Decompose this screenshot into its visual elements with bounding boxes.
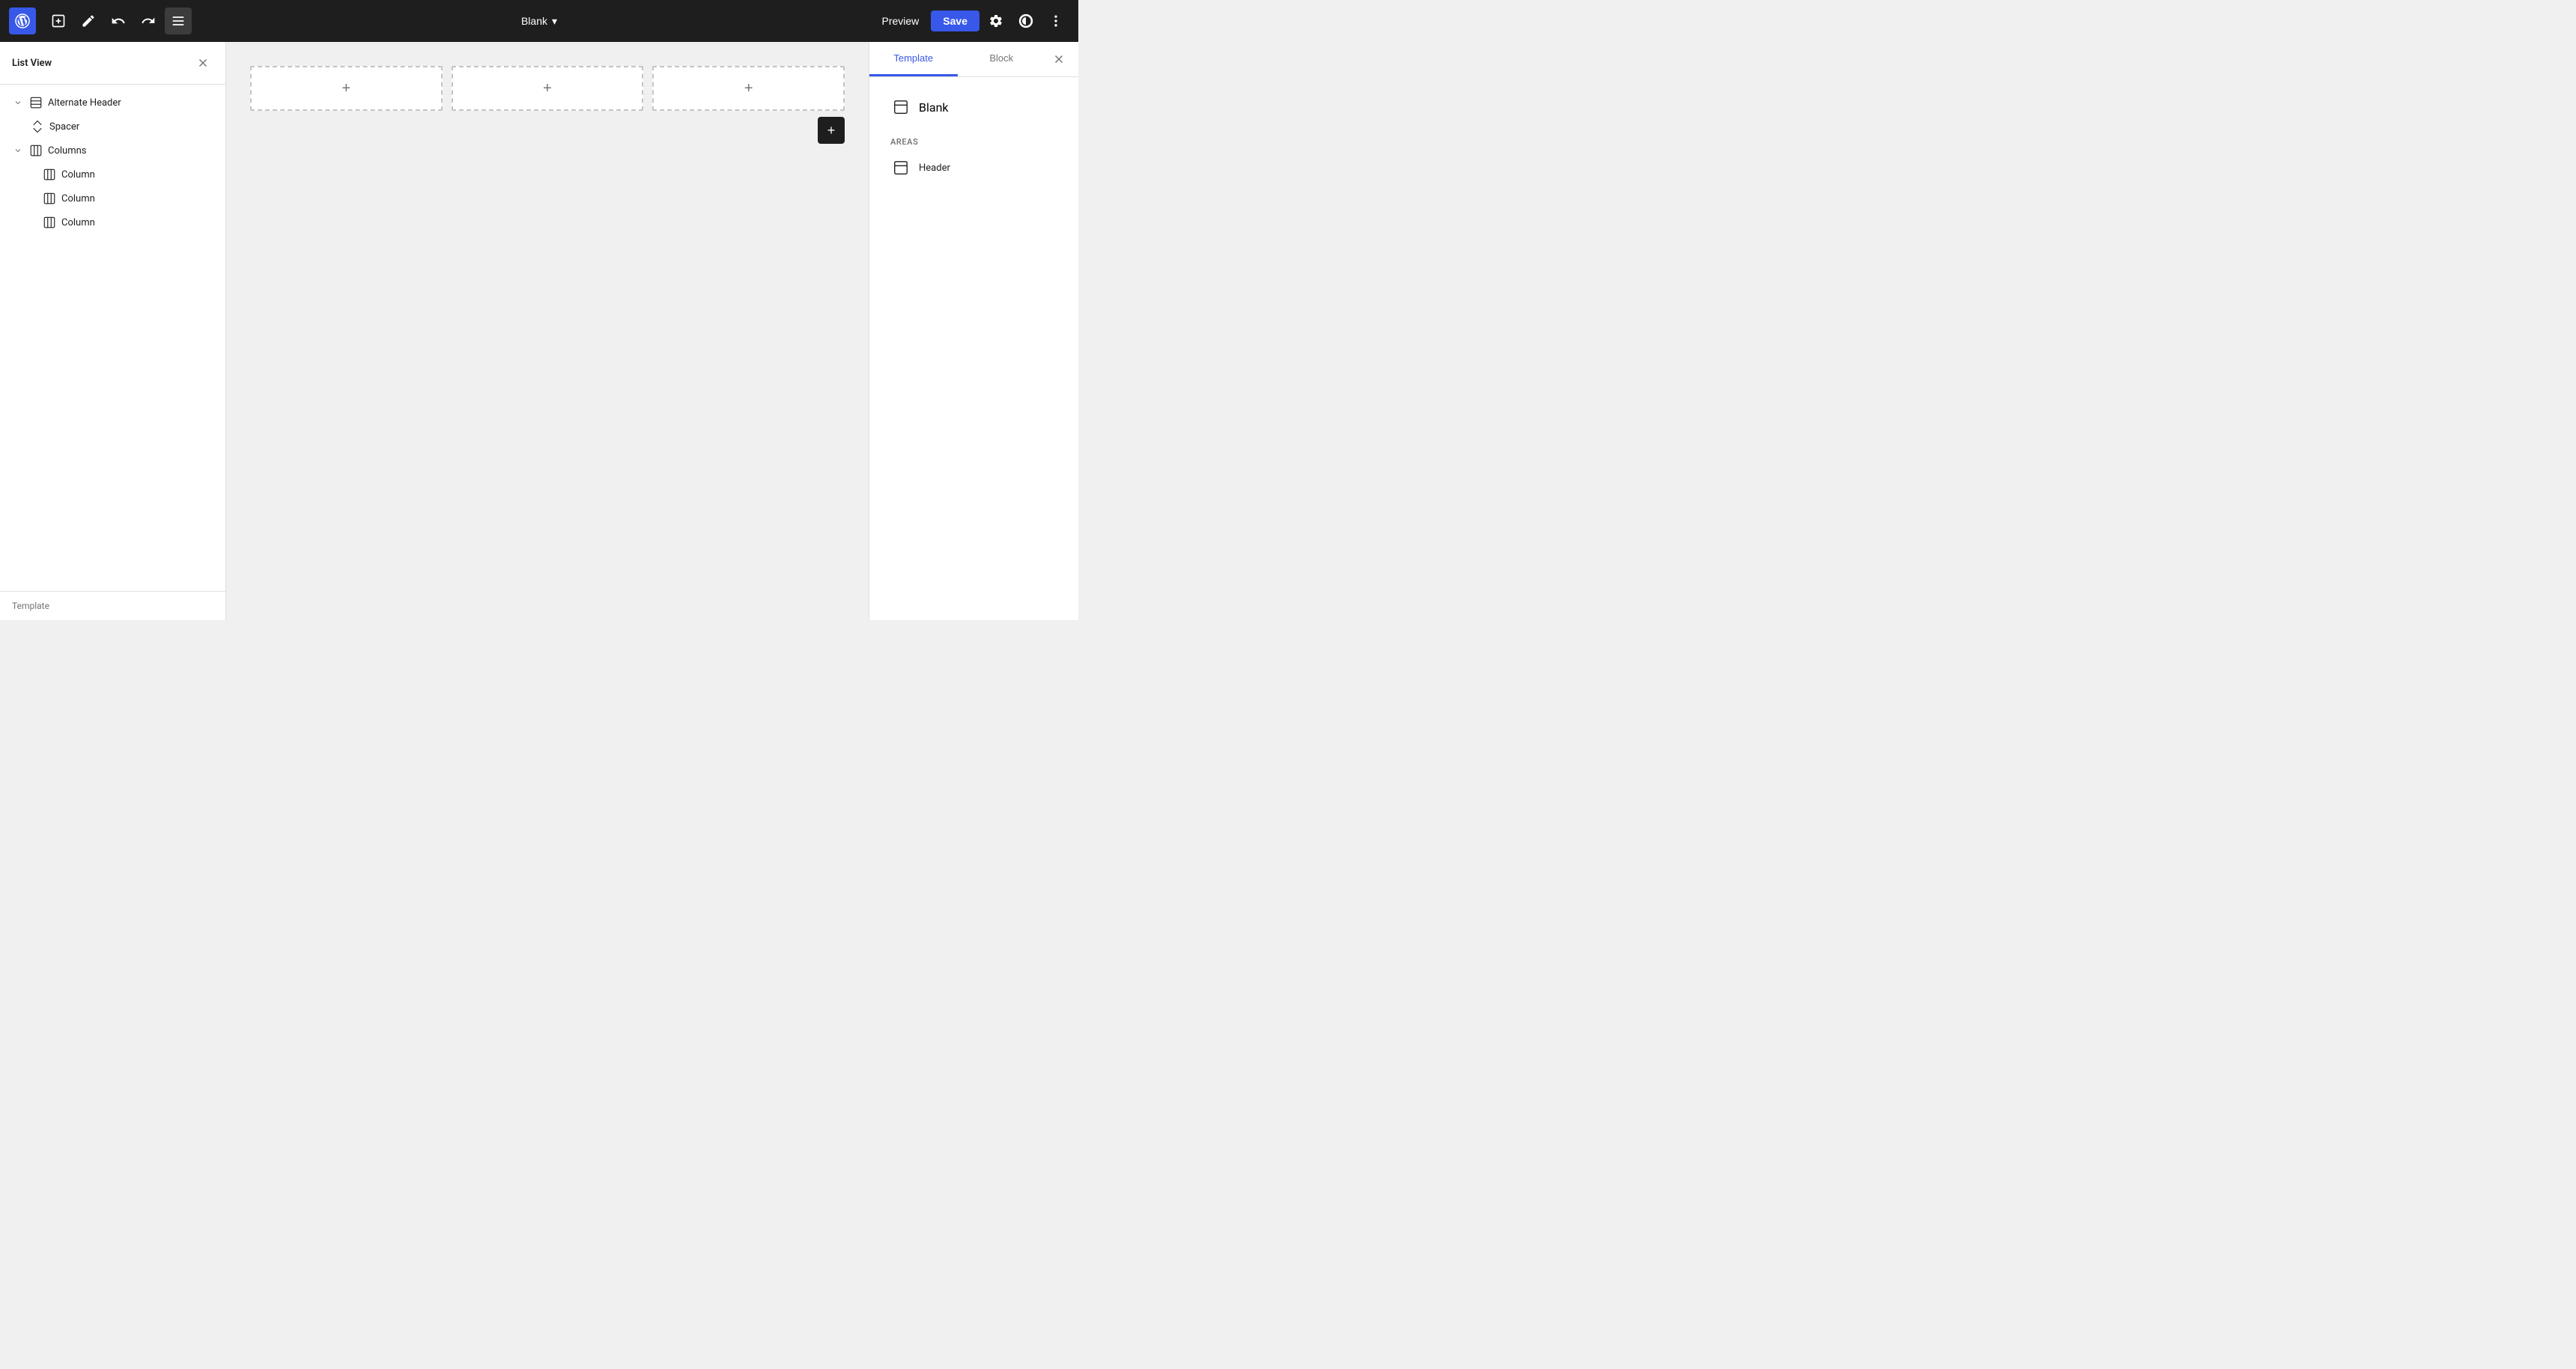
chevron-down-icon: ▾ <box>552 15 557 28</box>
document-title: Blank <box>521 15 547 27</box>
canvas-column-1[interactable]: + <box>250 66 443 111</box>
header-area-icon <box>890 157 911 178</box>
tree-item-label: Columns <box>48 145 87 157</box>
areas-label: AREAS <box>881 131 1066 150</box>
settings-button[interactable] <box>982 7 1009 34</box>
more-options-button[interactable] <box>1042 7 1069 34</box>
add-block-to-column-3[interactable]: + <box>744 80 753 97</box>
tree-item-label: Column <box>61 193 95 204</box>
add-new-block-button[interactable]: + <box>818 117 845 144</box>
layout-icon <box>28 95 43 110</box>
template-name-item[interactable]: Blank <box>881 89 1066 125</box>
tree-item-columns[interactable]: Columns <box>0 139 225 163</box>
document-title-dropdown[interactable]: Blank ▾ <box>514 10 565 32</box>
add-block-to-column-2[interactable]: + <box>543 80 552 97</box>
right-sidebar-content: Blank AREAS Header <box>869 77 1078 198</box>
tree-item-spacer[interactable]: Spacer <box>0 115 225 139</box>
add-block-row: + <box>226 111 869 144</box>
tree-item-column-3[interactable]: Column <box>0 210 225 234</box>
template-name-label: Blank <box>919 100 949 115</box>
tree-item-label: Column <box>61 169 95 180</box>
tab-template[interactable]: Template <box>869 42 958 76</box>
undo-button[interactable] <box>105 7 132 34</box>
template-icon <box>890 97 911 118</box>
tree-item-column-1[interactable]: Column <box>0 163 225 186</box>
edit-button[interactable] <box>75 7 102 34</box>
area-item-header[interactable]: Header <box>881 150 1066 186</box>
add-block-to-column-1[interactable]: + <box>341 80 350 97</box>
sidebar-title: List View <box>12 58 52 69</box>
canvas-column-2[interactable]: + <box>452 66 644 111</box>
close-right-sidebar-button[interactable] <box>1045 46 1072 73</box>
list-view-button[interactable] <box>165 7 192 34</box>
tree-item-label: Column <box>61 217 95 228</box>
add-block-button[interactable] <box>45 7 72 34</box>
chevron-down-icon <box>12 97 24 109</box>
right-sidebar: Template Block Blank AREAS <box>869 42 1078 620</box>
sidebar-bottom: Template <box>0 591 225 620</box>
tree-item-label: Alternate Header <box>48 97 121 109</box>
save-button[interactable]: Save <box>931 10 979 31</box>
column-icon <box>42 167 57 182</box>
toolbar-right: Preview Save <box>873 7 1070 34</box>
tree-item-label: Spacer <box>49 121 79 133</box>
columns-icon <box>28 143 43 158</box>
document-title-area: Blank ▾ <box>514 10 565 32</box>
canvas-column-3[interactable]: + <box>652 66 845 111</box>
toolbar: Blank ▾ Preview Save <box>0 0 1078 42</box>
redo-button[interactable] <box>135 7 162 34</box>
sidebar-header: List View <box>0 42 225 85</box>
column-icon <box>42 191 57 206</box>
left-sidebar: List View <box>0 42 226 620</box>
spacer-icon <box>30 119 45 134</box>
canvas-area: + + + + <box>226 42 869 620</box>
wp-logo[interactable] <box>9 7 36 34</box>
tab-block[interactable]: Block <box>958 42 1046 76</box>
tree-item-alternate-header[interactable]: Alternate Header <box>0 91 225 115</box>
columns-row: + + + <box>226 42 869 111</box>
preview-button[interactable]: Preview <box>873 10 929 31</box>
template-label: Template <box>12 601 49 611</box>
tree-content: Alternate Header Spacer <box>0 85 225 591</box>
column-icon <box>42 215 57 230</box>
theme-styles-button[interactable] <box>1012 7 1039 34</box>
chevron-down-icon <box>12 145 24 157</box>
right-sidebar-header: Template Block <box>869 42 1078 77</box>
close-list-view-button[interactable] <box>192 52 213 73</box>
main-layout: List View <box>0 42 1078 620</box>
tree-item-column-2[interactable]: Column <box>0 186 225 210</box>
area-label: Header <box>919 163 950 174</box>
